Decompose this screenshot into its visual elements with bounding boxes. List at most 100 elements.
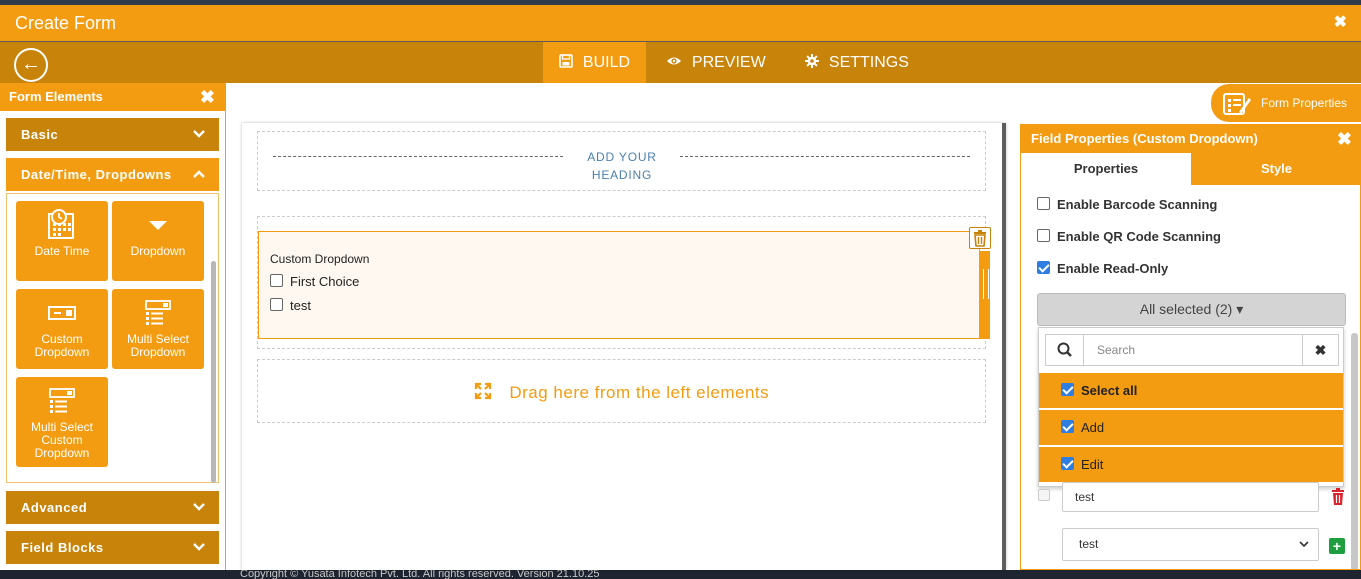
option-label: First Choice xyxy=(290,274,360,289)
option-label: Enable QR Code Scanning xyxy=(1057,229,1221,244)
option-select[interactable]: test xyxy=(1062,528,1319,561)
select-box-icon xyxy=(48,306,76,320)
add-option-icon[interactable]: + xyxy=(1329,538,1345,554)
tile-custom-dropdown[interactable]: Custom Dropdown xyxy=(16,289,108,369)
tab-preview-label: PREVIEW xyxy=(691,54,766,71)
option-enable-read-only[interactable]: Enable Read-Only xyxy=(1037,261,1168,276)
field-properties-header: Field Properties (Custom Dropdown) ✖ xyxy=(1021,125,1360,153)
tile-multi-select-custom-dropdown[interactable]: Multi Select Custom Dropdown xyxy=(16,377,108,467)
checkbox[interactable] xyxy=(270,298,283,311)
form-elements-header: Form Elements ✖ xyxy=(0,83,225,111)
modal-close-icon[interactable]: ✖ xyxy=(1334,12,1347,32)
drag-handle[interactable] xyxy=(980,251,990,339)
chevron-down-icon xyxy=(193,491,205,524)
tile-dropdown[interactable]: Dropdown xyxy=(112,201,204,281)
accordion-advanced[interactable]: Advanced xyxy=(6,491,219,524)
multiselect-toggle-button[interactable]: All selected (2) ▾ xyxy=(1037,293,1346,326)
checkbox-checked[interactable] xyxy=(1061,457,1074,470)
field-option-test[interactable]: test xyxy=(270,298,311,313)
accordion-label: Date/Time, Dropdowns xyxy=(21,167,172,182)
accordion-basic[interactable]: Basic xyxy=(6,118,219,151)
element-tiles: Date Time Dropdown Custom Dropdown Multi… xyxy=(6,193,219,483)
modal-titlebar: Create Form ✖ xyxy=(0,5,1361,41)
accordion-datetime-dropdowns[interactable]: Date/Time, Dropdowns xyxy=(6,158,219,191)
checkbox[interactable] xyxy=(1037,197,1050,210)
option-label: test xyxy=(290,298,311,313)
chevron-down-icon xyxy=(1298,529,1310,569)
tab-properties[interactable]: Properties xyxy=(1021,153,1191,185)
item-label: Select all xyxy=(1081,383,1138,398)
chevron-down-icon xyxy=(193,118,205,151)
tile-label: Dropdown xyxy=(130,244,186,258)
tile-label: Custom Dropdown xyxy=(34,332,90,359)
save-icon xyxy=(559,54,577,70)
close-icon[interactable]: ✖ xyxy=(1337,125,1352,153)
multiselect-item-add[interactable]: Add xyxy=(1039,410,1343,446)
drop-target-text: Drag here from the left elements xyxy=(509,383,770,402)
chevron-down-icon xyxy=(193,531,205,564)
tab-style[interactable]: Style xyxy=(1191,153,1360,185)
builder-navbar: ← BUILD PREVIEW SETTINGS xyxy=(0,42,1361,83)
checkbox-checked[interactable] xyxy=(1061,420,1074,433)
item-label: Add xyxy=(1081,420,1105,435)
accordion-field-blocks[interactable]: Field Blocks xyxy=(6,531,219,564)
form-properties-button[interactable]: Form Properties xyxy=(1211,84,1361,122)
tab-build[interactable]: BUILD xyxy=(543,42,647,83)
caret-down-icon xyxy=(149,221,167,230)
trash-icon xyxy=(974,230,986,247)
tile-date-time[interactable]: Date Time xyxy=(16,201,108,281)
search-input[interactable] xyxy=(1085,335,1303,365)
left-panel-scrollbar[interactable] xyxy=(211,261,216,483)
multiselect-item-select-all[interactable]: Select all xyxy=(1039,373,1343,409)
modal-title: Create Form xyxy=(15,13,117,33)
multi-list-icon xyxy=(145,300,171,325)
multiselect-search: ✖ xyxy=(1045,334,1339,366)
tile-multi-select-dropdown[interactable]: Multi Select Dropdown xyxy=(112,289,204,369)
tab-settings-label: SETTINGS xyxy=(828,54,909,71)
drop-target[interactable]: Drag here from the left elements xyxy=(257,359,986,423)
option-enable-barcode-scanning[interactable]: Enable Barcode Scanning xyxy=(1037,197,1217,212)
accordion-label: Field Blocks xyxy=(21,540,104,555)
multiselect-item-edit[interactable]: Edit xyxy=(1039,447,1343,483)
checkbox-checked[interactable] xyxy=(1037,261,1050,274)
option-enable-qr-code-scanning[interactable]: Enable QR Code Scanning xyxy=(1037,229,1221,244)
multi-list-icon xyxy=(49,388,75,413)
clear-search-icon[interactable]: ✖ xyxy=(1302,335,1338,365)
field-option-first-choice[interactable]: First Choice xyxy=(270,274,359,289)
checkbox-checked[interactable] xyxy=(1061,383,1074,396)
tile-label: Multi Select Dropdown xyxy=(126,332,190,359)
delete-field-button[interactable] xyxy=(969,227,991,249)
item-label: Edit xyxy=(1081,457,1104,472)
tab-build-label: BUILD xyxy=(582,54,631,71)
arrow-left-icon: ← xyxy=(21,53,41,75)
field-label: Custom Dropdown xyxy=(270,252,370,266)
tile-label: Date Time xyxy=(34,244,90,258)
eye-icon xyxy=(666,54,686,70)
background-app-footer: Copyright © Yusata Infotech Pvt. Ltd. Al… xyxy=(0,568,1361,579)
custom-dropdown-field[interactable]: Custom Dropdown First Choice test xyxy=(258,231,980,339)
right-panel-scrollbar[interactable] xyxy=(1351,333,1358,569)
back-button[interactable]: ← xyxy=(14,48,48,82)
accordion-label: Advanced xyxy=(21,500,88,515)
select-value: test xyxy=(1079,537,1099,551)
heading-placeholder[interactable]: ADD YOUR HEADING xyxy=(257,131,986,191)
chevron-up-icon xyxy=(193,158,205,191)
tab-preview[interactable]: PREVIEW xyxy=(650,42,782,83)
search-icon xyxy=(1046,335,1084,365)
multiselect-dropdown-menu: ✖ Select all Add Edit xyxy=(1038,327,1344,487)
checkbox[interactable] xyxy=(1037,229,1050,242)
close-icon[interactable]: ✖ xyxy=(200,83,215,111)
field-properties-panel: Field Properties (Custom Dropdown) ✖ Pro… xyxy=(1020,124,1361,570)
option-label: Enable Read-Only xyxy=(1057,261,1169,276)
form-elements-title: Form Elements xyxy=(9,89,103,104)
form-properties-label: Form Properties xyxy=(1261,96,1348,110)
checkbox[interactable] xyxy=(270,274,283,287)
gear-icon xyxy=(805,54,823,70)
field-properties-title: Field Properties (Custom Dropdown) xyxy=(1031,131,1258,146)
trash-icon xyxy=(1332,488,1344,505)
option-row-checkbox[interactable] xyxy=(1038,489,1050,501)
heading-divider-left xyxy=(273,156,563,157)
delete-option-button[interactable] xyxy=(1330,488,1346,506)
option-value-input[interactable] xyxy=(1062,482,1319,512)
tab-settings[interactable]: SETTINGS xyxy=(789,42,925,83)
